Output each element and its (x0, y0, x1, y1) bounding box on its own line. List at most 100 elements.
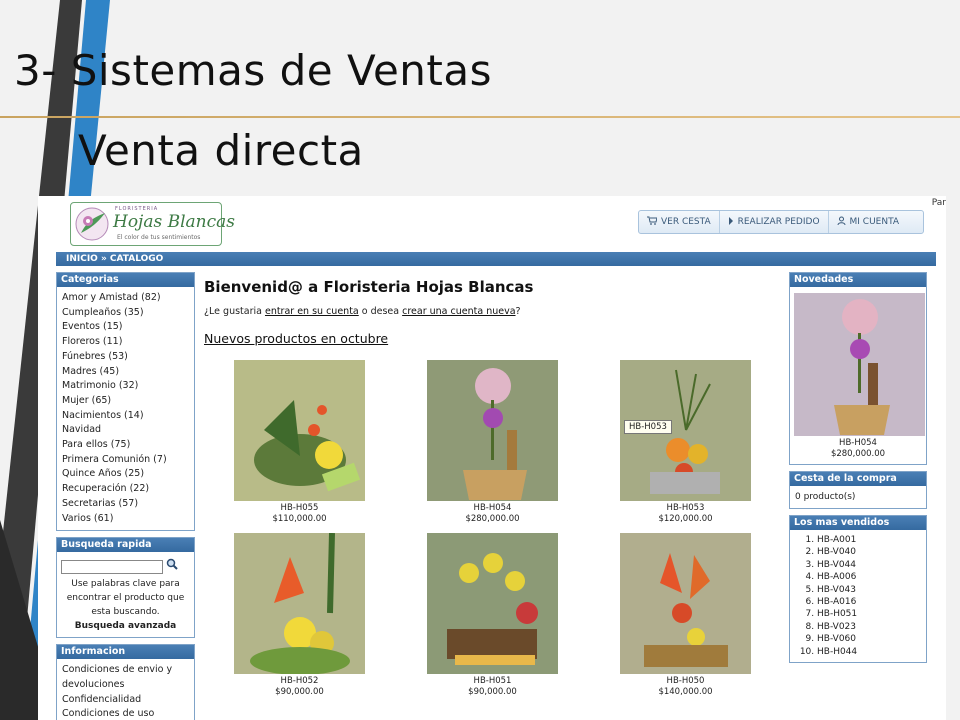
info-link[interactable]: Condiciones de uso (62, 707, 190, 720)
product-image[interactable] (620, 533, 751, 674)
advanced-search-link[interactable]: Busqueda avanzada (61, 619, 190, 633)
site-logo[interactable]: FLORISTERIA Hojas Blancas El color de tu… (70, 202, 235, 246)
bestseller-item[interactable]: HB-A006 (817, 571, 922, 583)
product-price: $110,000.00 (272, 514, 327, 524)
bestsellers-list: HB-A001 HB-V040 HB-V044 HB-A006 HB-V043 … (790, 530, 926, 662)
product-price: $280,000.00 (465, 514, 520, 524)
novedades-panel: Novedades HB-H054 $280,000.00 (789, 272, 927, 465)
novedad-code[interactable]: HB-H054 (794, 438, 922, 449)
cart-panel: Cesta de la compra 0 producto(s) (789, 471, 927, 509)
search-icon[interactable] (166, 558, 178, 575)
category-item[interactable]: Recuperación (22) (62, 482, 190, 497)
category-item[interactable]: Para ellos (75) (62, 438, 190, 453)
bestseller-item[interactable]: HB-H051 (817, 608, 922, 620)
categories-panel: Categorias Amor y Amistad (82) Cumpleaño… (56, 272, 195, 532)
product-image[interactable] (427, 533, 558, 674)
browser-edge-text: Par (931, 198, 946, 208)
product-image[interactable] (234, 533, 365, 674)
bestseller-item[interactable]: HB-A016 (817, 596, 922, 608)
login-link[interactable]: entrar en su cuenta (265, 306, 359, 317)
place-order-label: REALIZAR PEDIDO (737, 217, 820, 227)
view-cart-button[interactable]: VER CESTA (639, 211, 720, 233)
category-item[interactable]: Secretarias (57) (62, 497, 190, 512)
category-item[interactable]: Eventos (15) (62, 320, 190, 335)
my-account-button[interactable]: MI CUENTA (829, 211, 908, 233)
logo-tagline: El color de tus sentimientos (117, 234, 201, 241)
info-link[interactable]: Confidencialidad (62, 693, 190, 708)
cart-title: Cesta de la compra (790, 472, 926, 486)
product-image[interactable] (234, 360, 365, 501)
category-item[interactable]: Navidad (62, 423, 190, 438)
search-input[interactable] (61, 559, 163, 574)
category-item[interactable]: Mujer (65) (62, 394, 190, 409)
product-card[interactable]: HB-H054 $280,000.00 (427, 360, 558, 525)
bestseller-item[interactable]: HB-A001 (817, 534, 922, 546)
product-card[interactable]: HB-H050 $140,000.00 (620, 533, 751, 698)
website-screenshot: Par FLORISTERIA Hojas Blancas El color d… (38, 196, 946, 720)
welcome-heading: Bienvenid@ a Floristeria Hojas Blancas (204, 278, 534, 296)
product-code[interactable]: HB-H054 (427, 503, 558, 514)
category-item[interactable]: Floreros (11) (62, 335, 190, 350)
novedad-product-image[interactable] (794, 293, 925, 436)
product-code[interactable]: HB-H055 (234, 503, 365, 514)
quick-search-title: Busqueda rapida (57, 538, 194, 553)
quick-search-panel: Busqueda rapida Use palabras clave para … (56, 537, 195, 639)
category-item[interactable]: Primera Comunión (7) (62, 453, 190, 468)
category-item[interactable]: Fúnebres (53) (62, 350, 190, 365)
product-price: $120,000.00 (658, 514, 713, 524)
left-sidebar: Categorias Amor y Amistad (82) Cumpleaño… (56, 272, 195, 720)
category-item[interactable]: Quince Años (25) (62, 467, 190, 482)
categories-title: Categorias (57, 273, 194, 287)
info-title: Informacion (57, 645, 194, 660)
bestseller-item[interactable]: HB-V043 (817, 584, 922, 596)
product-tooltip: HB-H053 (624, 420, 672, 434)
bestseller-item[interactable]: HB-V060 (817, 633, 922, 645)
bestseller-item[interactable]: HB-H044 (817, 646, 922, 658)
logo-name: Hojas Blancas (113, 212, 235, 232)
search-help-text: Use palabras clave para encontrar el pro… (66, 579, 185, 618)
category-item[interactable]: Amor y Amistad (82) (62, 291, 190, 306)
bestsellers-panel: Los mas vendidos HB-A001 HB-V040 HB-V044… (789, 515, 927, 664)
place-order-button[interactable]: REALIZAR PEDIDO (720, 211, 829, 233)
account-middle: o desea (358, 306, 403, 317)
account-prefix: ¿Le gustaria (204, 306, 265, 317)
breadcrumb[interactable]: INICIO » CATALOGO (56, 252, 936, 266)
info-link[interactable]: Condiciones de envio y devoluciones (62, 663, 190, 692)
product-code[interactable]: HB-H050 (620, 676, 751, 687)
create-account-link[interactable]: crear una cuenta nueva (402, 306, 515, 317)
product-code[interactable]: HB-H053 (620, 503, 751, 514)
novedad-price: $280,000.00 (830, 449, 886, 459)
product-code[interactable]: HB-H051 (427, 676, 558, 687)
arrow-right-icon (728, 216, 734, 228)
cart-icon (647, 216, 658, 228)
product-image[interactable] (427, 360, 558, 501)
bestsellers-title: Los mas vendidos (790, 516, 926, 530)
flower-logo-icon (75, 207, 109, 241)
product-card[interactable]: HB-H053 HB-H053 $120,000.00 (620, 360, 751, 525)
category-item[interactable]: Cumpleaños (35) (62, 306, 190, 321)
product-price: $90,000.00 (275, 687, 324, 697)
account-suffix: ? (515, 306, 521, 317)
product-price: $90,000.00 (468, 687, 517, 697)
bestseller-item[interactable]: HB-V040 (817, 546, 922, 558)
account-prompt: ¿Le gustaria entrar en su cuenta o desea… (204, 306, 782, 317)
right-sidebar: Novedades HB-H054 $280,000.00 Cesta de l… (789, 272, 927, 669)
view-cart-label: VER CESTA (661, 217, 711, 227)
bestseller-item[interactable]: HB-V044 (817, 559, 922, 571)
product-card[interactable]: HB-H055 $110,000.00 (234, 360, 365, 525)
category-item[interactable]: Matrimonio (32) (62, 379, 190, 394)
product-card[interactable]: HB-H051 $90,000.00 (427, 533, 558, 698)
my-account-label: MI CUENTA (849, 217, 900, 227)
category-item[interactable]: Madres (45) (62, 365, 190, 380)
slide-subtitle: Venta directa (78, 126, 364, 175)
new-products-heading[interactable]: Nuevos productos en octubre (204, 331, 782, 346)
top-navigation: VER CESTA REALIZAR PEDIDO MI CUENTA (638, 210, 924, 234)
bestseller-item[interactable]: HB-V023 (817, 621, 922, 633)
user-icon (837, 216, 846, 228)
product-card[interactable]: HB-H052 $90,000.00 (234, 533, 365, 698)
title-divider (0, 116, 960, 118)
product-code[interactable]: HB-H052 (234, 676, 365, 687)
category-item[interactable]: Nacimientos (14) (62, 409, 190, 424)
category-item[interactable]: Varios (61) (62, 512, 190, 527)
novedades-title: Novedades (790, 273, 926, 287)
